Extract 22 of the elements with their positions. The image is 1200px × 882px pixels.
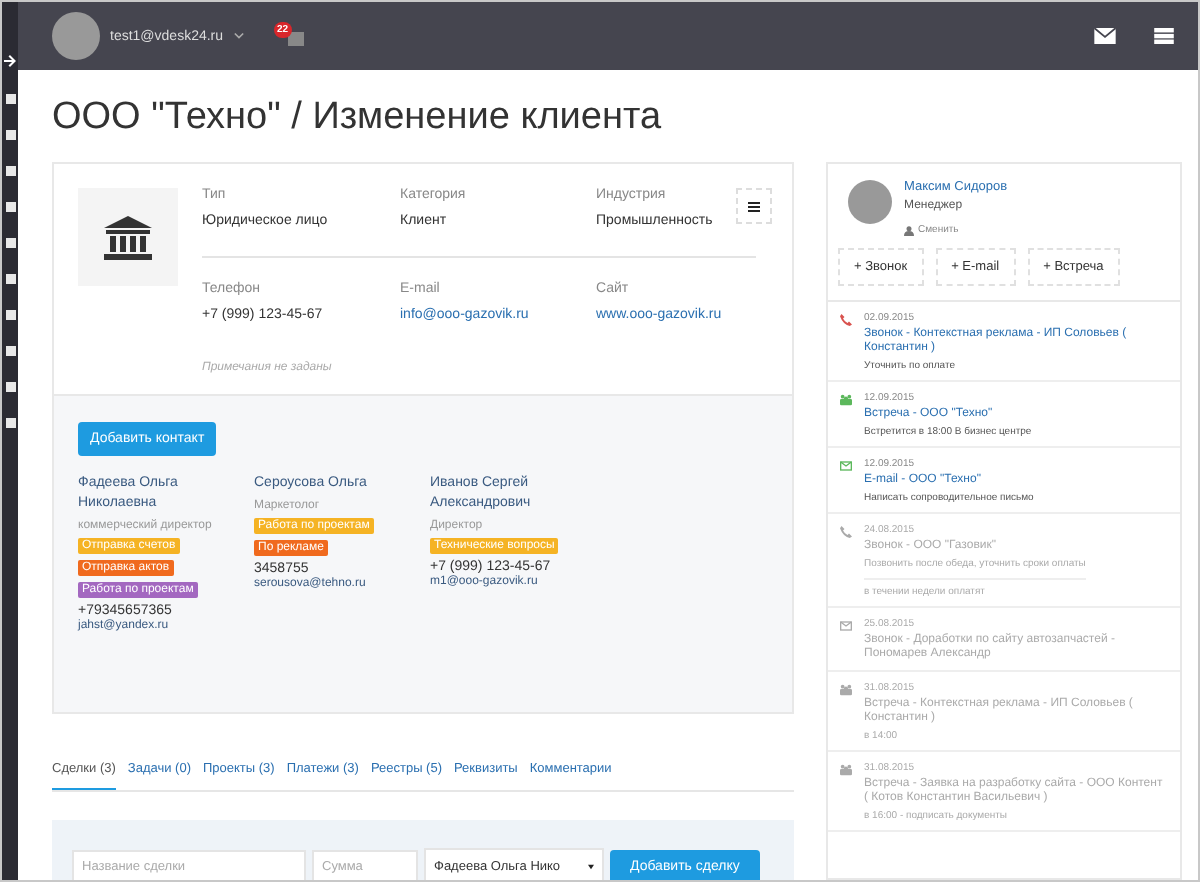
server-icon[interactable] [1154, 28, 1174, 44]
envelope-icon[interactable] [1094, 28, 1116, 44]
page-title: ООО "Техно" / Изменение клиента [52, 96, 664, 140]
nav-icon[interactable] [5, 94, 15, 104]
nav-icon[interactable] [5, 166, 15, 176]
nav-icon[interactable] [5, 382, 15, 392]
avatar[interactable] [52, 12, 100, 60]
arrow-icon[interactable] [3, 54, 17, 68]
nav-icon[interactable] [5, 418, 15, 428]
nav-icon[interactable] [5, 202, 15, 212]
nav-icon[interactable] [5, 274, 15, 284]
avatar [848, 180, 892, 224]
bank-building-icon [104, 215, 152, 259]
user-icon [904, 225, 914, 235]
nav-icon[interactable] [5, 238, 15, 248]
nav-icon[interactable] [5, 310, 15, 320]
menu-icon [748, 201, 760, 211]
menu-button[interactable] [736, 188, 772, 224]
caret-icon [588, 863, 594, 869]
caret-icon[interactable] [233, 32, 244, 40]
nav-icon[interactable] [5, 130, 15, 140]
nav-icon[interactable] [5, 346, 15, 356]
